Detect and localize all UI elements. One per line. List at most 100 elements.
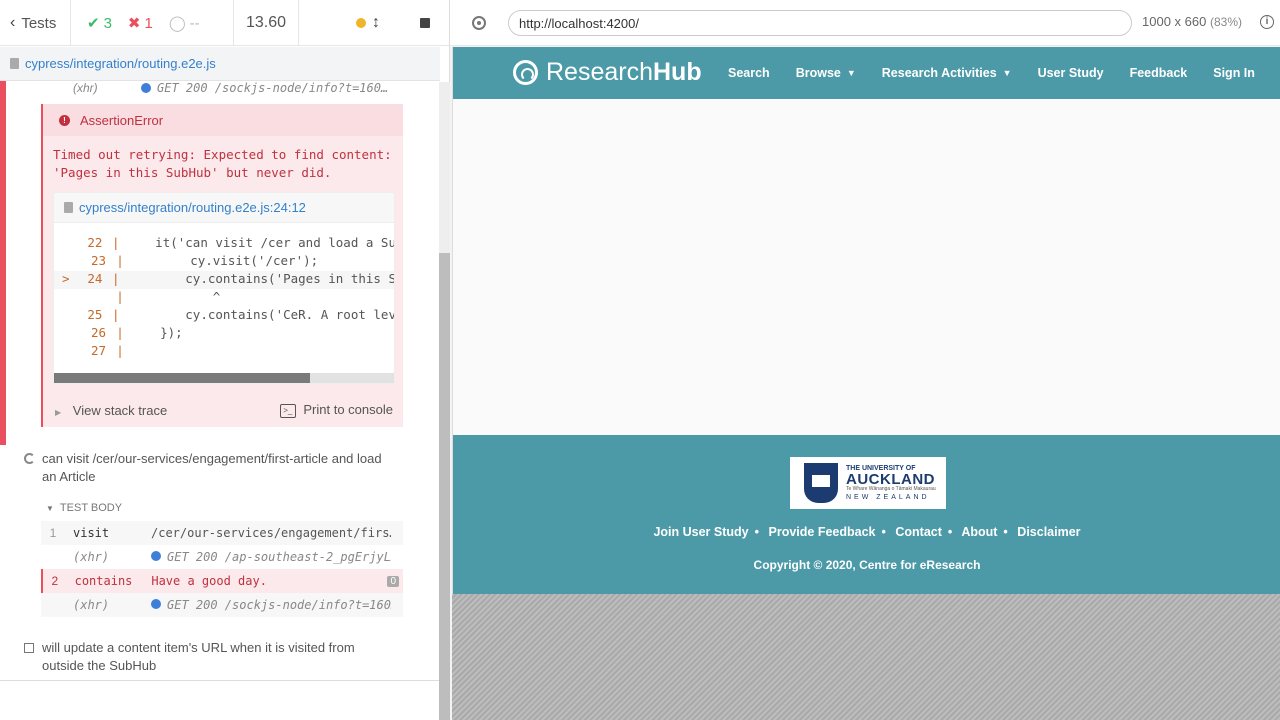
bullet-separator: • (947, 525, 953, 539)
command-message: Have a good day. (151, 574, 267, 588)
viewport-size: 1000 x 660 (1142, 14, 1207, 29)
viewport-scale: (83%) (1209, 15, 1242, 29)
command-number: 1 (49, 526, 57, 540)
command-row[interactable]: (xhr) GET 200 /sockjs-node/info?t=160… (41, 593, 403, 617)
url-field[interactable]: http://localhost:4200/ (508, 10, 1132, 36)
xhr-log-row[interactable]: (xhr) GET 200 /sockjs-node/info?t=160… (41, 81, 403, 100)
nav-search[interactable]: Search (728, 66, 770, 80)
command-message: /cer/our-services/engagement/firs… (151, 526, 391, 540)
footer-link-provide-feedback[interactable]: Provide Feedback (769, 525, 876, 539)
divider (0, 680, 440, 681)
running-indicator-icon (356, 18, 366, 28)
failed-stat: ✖ 1 (128, 14, 153, 33)
app-under-test: http://localhost:4200/ 1000 x 660 (83%) … (450, 0, 1280, 720)
nav-menu: Search Browse ▼ Research Activities ▼ User… (728, 47, 1280, 99)
tests-button[interactable]: ‹ Tests (0, 0, 71, 46)
site-footer: THE UNIVERSITY OF AUCKLAND Te Whare Wāna… (453, 435, 1280, 594)
aut-header: http://localhost:4200/ 1000 x 660 (83%) … (450, 0, 1280, 46)
code-text: cy.visit('/cer'); (130, 253, 319, 268)
line-separator: | (116, 253, 124, 268)
code-line: 25 | cy.contains('CeR. A root lev (54, 307, 395, 325)
line-number: 26 (90, 325, 106, 340)
line-number (54, 289, 110, 307)
line-number: 25 (87, 307, 103, 322)
error-message: Timed out retrying: Expected to find con… (53, 146, 393, 182)
nav-user-study[interactable]: User Study (1038, 66, 1104, 80)
viewport-background (452, 594, 1280, 720)
cypress-reporter: ‹ Tests ✔ 3 ✖ 1 ◯ -- 13.60 ↕ cypress/int… (0, 0, 450, 720)
line-number: 22 (87, 235, 103, 250)
code-line: 27 | (54, 343, 394, 361)
test-title-line: can visit /cer/our-services/engagement/f… (42, 451, 382, 466)
line-separator: | (111, 271, 120, 286)
auto-scroll-toggle-icon[interactable]: ↕ (372, 14, 380, 32)
code-frame-file[interactable]: cypress/integration/routing.e2e.js:24:12 (79, 200, 306, 215)
crest-icon (804, 463, 838, 503)
nav-label: User Study (1037, 66, 1104, 80)
stop-icon[interactable] (420, 18, 430, 28)
match-count-badge: 0 (387, 575, 399, 587)
nav-feedback[interactable]: Feedback (1130, 66, 1188, 80)
command-number: 2 (51, 574, 59, 588)
footer-link-about[interactable]: About (961, 525, 997, 539)
nav-label: Search (728, 66, 770, 80)
footer-link-contact[interactable]: Contact (895, 525, 942, 539)
code-line: > 24 | cy.contains('Pages in this S (54, 271, 395, 289)
terminal-icon: >_ (279, 403, 296, 418)
command-message-text: GET 200 /ap-southeast-2_pgErjyL… (167, 550, 391, 564)
line-number: 27 (90, 343, 106, 358)
view-stack-trace-toggle[interactable]: ▶ View stack trace (55, 403, 167, 418)
info-icon[interactable]: i (1260, 15, 1274, 29)
command-row[interactable]: 1 visit /cer/our-services/engagement/fir… (41, 521, 403, 545)
researchhub-logo[interactable]: Research Hub (513, 58, 702, 87)
nav-browse[interactable]: Browse ▼ (796, 66, 856, 80)
test-title-pending[interactable]: will update a content item's URL when it… (24, 639, 414, 675)
xhr-message: GET 200 /sockjs-node/info?t=160… (157, 81, 389, 95)
test-title-line: outside the SubHub (42, 658, 157, 673)
code-text: ^ (130, 289, 221, 304)
test-title-running[interactable]: can visit /cer/our-services/engagement/f… (24, 450, 414, 486)
command-row-failed[interactable]: 2 contains Have a good day. 0 (41, 569, 403, 593)
line-separator: | (116, 343, 124, 358)
code-line: 22 | it('can visit /cer and load a Su (54, 235, 394, 253)
nav-label: Feedback (1129, 66, 1188, 80)
line-separator: | (116, 325, 124, 340)
file-icon (10, 58, 19, 69)
nav-research-activities[interactable]: Research Activities ▼ (882, 66, 1012, 80)
code-text: cy.contains('Pages in this S (125, 271, 395, 286)
bullet-separator: • (754, 525, 760, 539)
chevron-left-icon: ‹ (10, 14, 16, 31)
uoa-line: AUCKLAND (846, 471, 935, 488)
error-message-line: 'Pages in this SubHub' but never did. (53, 165, 332, 180)
code-lines: 22 | it('can visit /cer and load a Su 23 | … (54, 235, 395, 361)
chevron-down-icon: ▼ (1002, 68, 1012, 78)
chevron-down-icon: ▼ (846, 68, 856, 78)
code-frame-scrollbar[interactable] (54, 373, 394, 383)
footer-link-join-user-study[interactable]: Join User Study (653, 525, 748, 539)
swirl-icon (513, 60, 538, 85)
nav-sign-in[interactable]: Sign In (1213, 66, 1255, 80)
circle-icon: ◯ (168, 15, 186, 32)
scrollbar-thumb[interactable] (54, 373, 310, 383)
selector-playground-icon[interactable] (472, 15, 486, 30)
university-of-auckland-logo[interactable]: THE UNIVERSITY OF AUCKLAND Te Whare Wāna… (790, 457, 946, 509)
error-message-line: Timed out retrying: Expected to find con… (53, 147, 392, 162)
current-line-marker: > (62, 271, 78, 286)
reporter-scrollbar-thumb[interactable] (439, 253, 450, 720)
caret-down-icon: ▼ (46, 503, 54, 513)
url-text: http://localhost:4200/ (519, 15, 639, 31)
error-title: AssertionError (80, 112, 164, 128)
nav-label: Research Activities (881, 66, 997, 80)
code-text: }); (130, 325, 183, 340)
code-line: | ^ (54, 289, 394, 307)
command-name: (xhr) (73, 598, 110, 612)
command-row[interactable]: (xhr) GET 200 /ap-southeast-2_pgErjyL… (41, 545, 403, 569)
spec-path[interactable]: cypress/integration/routing.e2e.js (25, 56, 216, 71)
logo-text-light: Research (546, 58, 653, 86)
footer-link-disclaimer[interactable]: Disclaimer (1017, 525, 1080, 539)
print-to-console-button[interactable]: >_ Print to console (279, 402, 393, 418)
test-body-header[interactable]: ▼ TEST BODY (46, 502, 122, 514)
code-text: cy.contains('CeR. A root lev (125, 307, 395, 322)
error-icon: ! (59, 114, 70, 126)
command-name: visit (73, 526, 110, 540)
